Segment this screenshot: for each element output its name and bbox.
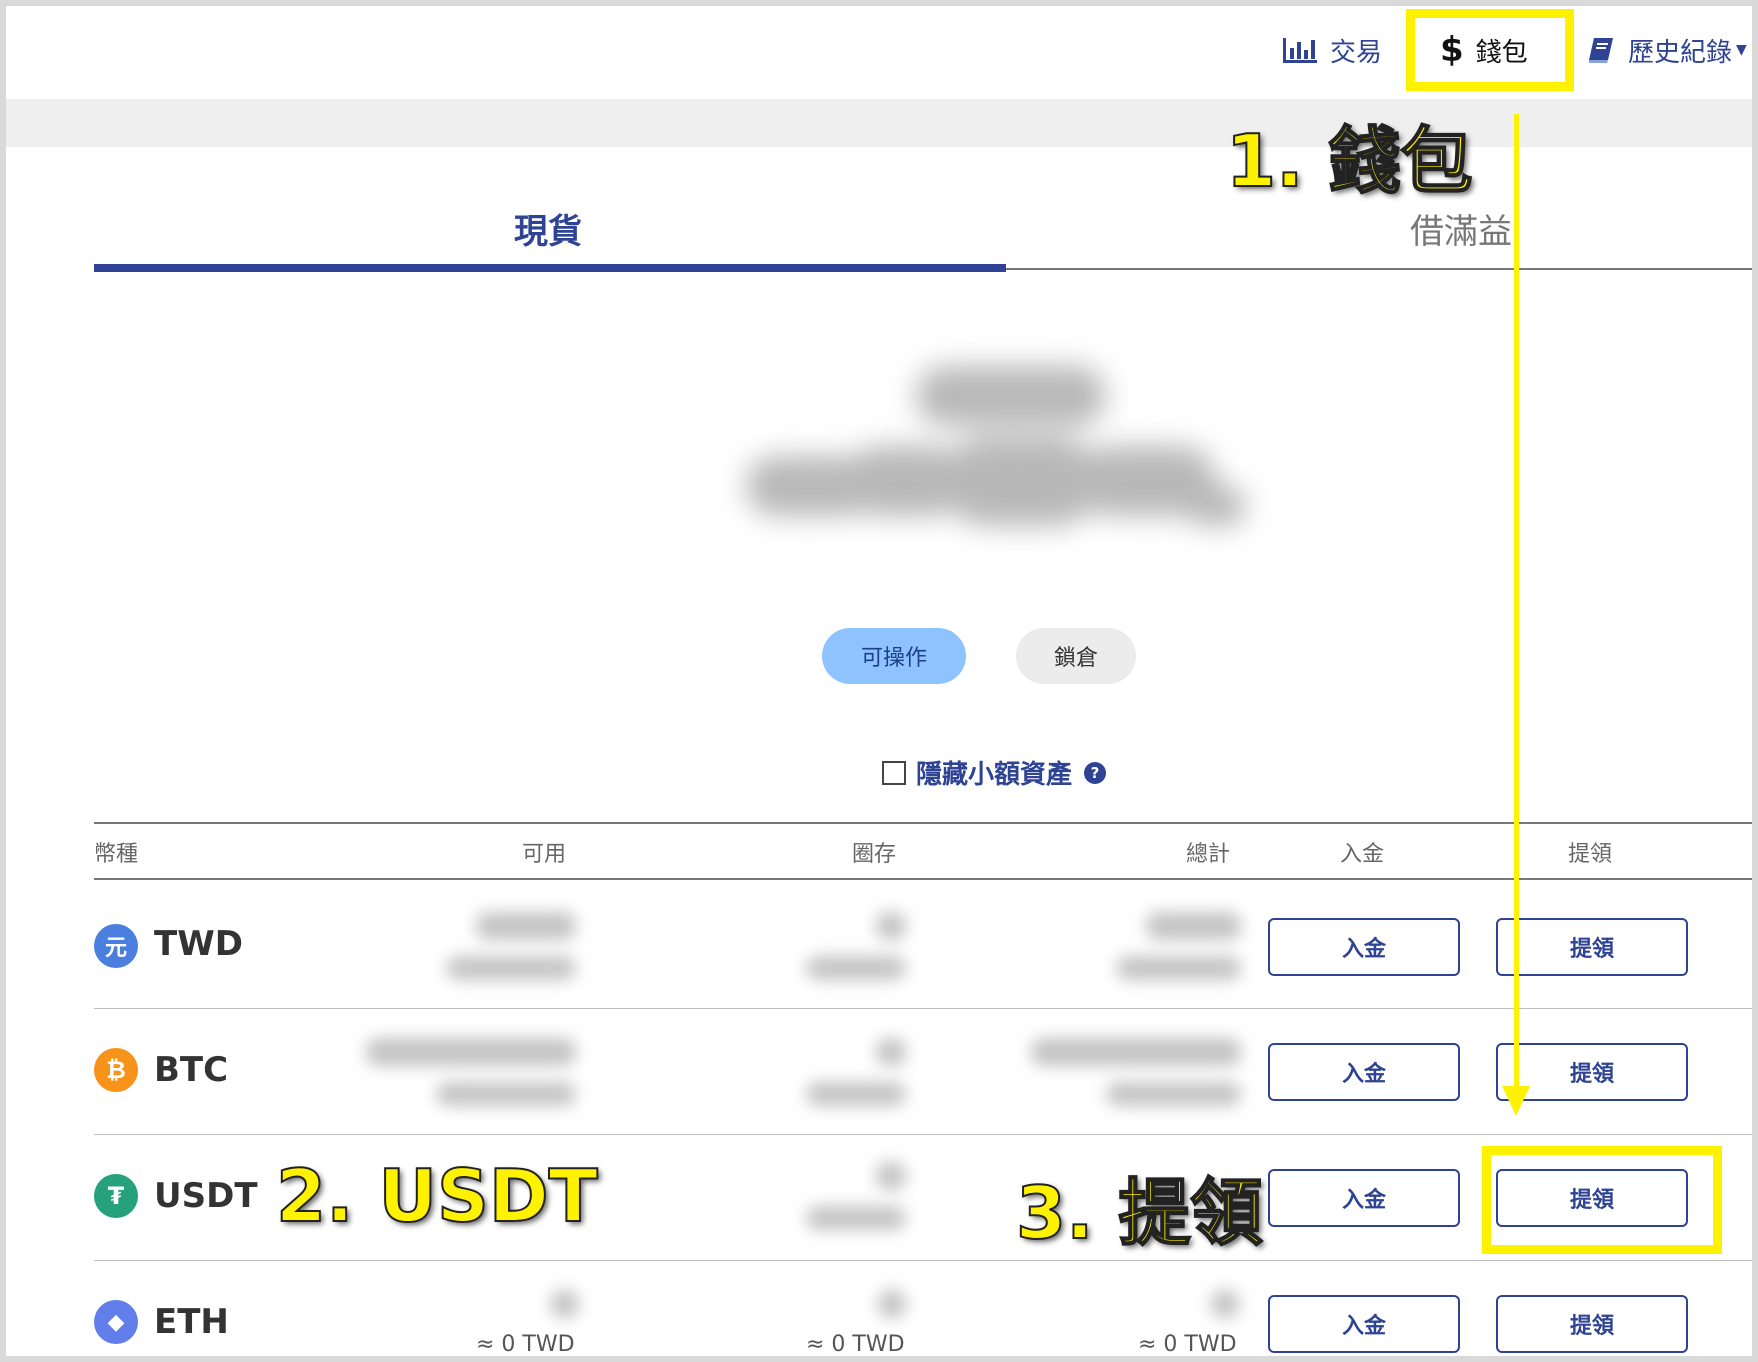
withdraw-highlight-box: [1482, 1146, 1722, 1254]
hide-small-checkbox[interactable]: [882, 760, 906, 785]
hide-small-assets[interactable]: 隱藏小額資產 ?: [882, 754, 1107, 791]
book-icon: [1586, 35, 1616, 65]
btc-icon: ₿: [94, 1048, 138, 1092]
row-divider: [94, 1134, 1752, 1135]
caret-down-icon: ▼: [1736, 42, 1747, 58]
hide-small-label: 隱藏小額資產: [916, 760, 1073, 790]
row-divider: [94, 1260, 1752, 1261]
tab-active-indicator: [94, 264, 1006, 272]
header-available: 可用: [522, 842, 567, 867]
table-header-bottom-line: [94, 878, 1752, 880]
table-header-top-line: [94, 822, 1752, 824]
header-currency: 幣種: [94, 842, 139, 867]
arrow-line: [1514, 114, 1519, 1090]
annotation-step3: 3. 提領: [1015, 1170, 1264, 1256]
coin-name: ETH: [154, 1302, 229, 1342]
usdt-icon: ₮: [94, 1174, 138, 1218]
deposit-button[interactable]: 入金: [1268, 918, 1460, 976]
subheader-bar: [6, 99, 1752, 147]
header-deposit: 入金: [1340, 842, 1385, 867]
eth-in-orders-approx: ≈ 0 TWD: [806, 1332, 905, 1356]
deposit-button[interactable]: 入金: [1268, 1169, 1460, 1227]
eth-total-approx: ≈ 0 TWD: [1138, 1332, 1237, 1356]
bar-chart-icon: [1282, 36, 1318, 64]
row-divider: [94, 1008, 1752, 1009]
blurred-balance: [746, 356, 1266, 556]
header-withdraw: 提領: [1568, 842, 1613, 867]
deposit-button[interactable]: 入金: [1268, 1043, 1460, 1101]
nav-trade[interactable]: 交易: [1282, 28, 1382, 72]
withdraw-button[interactable]: 提領: [1496, 918, 1688, 976]
tab-margin[interactable]: 借滿益: [1410, 204, 1512, 253]
annotation-step1: 1. 錢包: [1225, 118, 1474, 204]
tab-spot[interactable]: 現貨: [514, 204, 582, 253]
arrow-down-icon: [1502, 1086, 1530, 1116]
header-total: 總計: [1186, 842, 1231, 867]
coin-name: TWD: [154, 924, 243, 964]
coin-name: BTC: [154, 1050, 229, 1090]
nav-trade-label: 交易: [1330, 37, 1383, 68]
twd-icon: 元: [94, 924, 138, 968]
available-toggle[interactable]: 可操作: [822, 628, 966, 684]
annotation-step2: 2. USDT: [275, 1153, 599, 1239]
help-icon[interactable]: ?: [1084, 761, 1107, 784]
coin-name: USDT: [154, 1176, 258, 1216]
nav-history[interactable]: 歷史紀錄 ▼: [1586, 28, 1747, 72]
withdraw-button[interactable]: 提領: [1496, 1295, 1688, 1353]
header-in-orders: 圈存: [852, 842, 897, 867]
deposit-button[interactable]: 入金: [1268, 1295, 1460, 1353]
locked-toggle[interactable]: 鎖倉: [1016, 628, 1136, 684]
nav-history-label: 歷史紀錄: [1628, 37, 1733, 68]
page-frame: 交易 $ 錢包 歷史紀錄 ▼ 現貨 借滿益 可操作 鎖倉 隱藏小額資產 ? 幣種…: [6, 6, 1752, 1356]
wallet-highlight-box: [1406, 9, 1574, 91]
eth-icon: ◆: [94, 1300, 138, 1344]
eth-available-approx: ≈ 0 TWD: [476, 1332, 575, 1356]
